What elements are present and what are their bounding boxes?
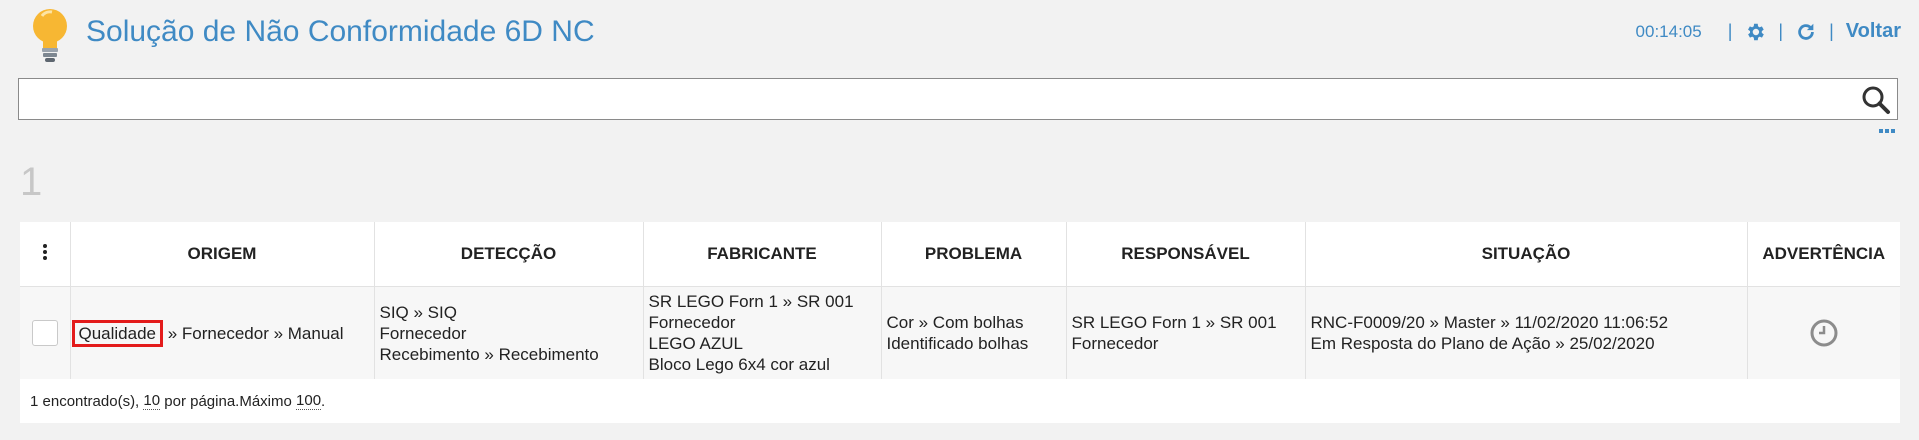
table-row[interactable]: Qualidade » Fornecedor » Manual SIQ » SI… — [20, 286, 1900, 379]
cell-line: Recebimento » Recebimento — [379, 344, 599, 364]
cell-advertencia — [1747, 286, 1900, 379]
refresh-icon[interactable] — [1795, 21, 1817, 43]
page-header: Solução de Não Conformidade 6D NC 00:14:… — [0, 0, 1919, 70]
search-box — [18, 78, 1898, 120]
cell-line: SIQ » SIQ — [379, 302, 457, 322]
cell-situacao: RNC-F0009/20 » Master » 11/02/2020 11:06… — [1305, 286, 1748, 379]
per-page-label: por página. — [164, 392, 240, 410]
separator: | — [1829, 21, 1834, 41]
cell-line: Fornecedor — [1071, 334, 1159, 353]
cell-line: SR LEGO Forn 1 » SR 001 — [648, 292, 854, 311]
cell-line: Bloco Lego 6x4 cor azul — [648, 355, 830, 374]
cell-deteccao: SIQ » SIQ Fornecedor Recebimento » Receb… — [374, 286, 644, 379]
header-actions: 00:14:05 | | | Voltar — [1636, 20, 1901, 43]
cell-line: Cor » Com bolhas — [886, 313, 1024, 332]
column-header-advertencia[interactable]: ADVERTÊNCIA — [1747, 222, 1900, 287]
column-header-responsavel[interactable]: RESPONSÁVEL — [1066, 222, 1306, 287]
cell-line: Em Resposta do Plano de Ação » 25/02/202… — [1310, 334, 1655, 353]
vertical-dots-icon[interactable] — [42, 243, 48, 261]
more-options-icon[interactable] — [1879, 128, 1895, 134]
row-checkbox-cell — [20, 286, 71, 379]
highlighted-origin: Qualidade — [71, 319, 164, 347]
cell-line: RNC-F0009/20 » Master » 11/02/2020 11:06… — [1310, 313, 1669, 332]
column-header-problema[interactable]: PROBLEMA — [881, 222, 1067, 287]
cell-fabricante: SR LEGO Forn 1 » SR 001 Fornecedor LEGO … — [643, 286, 882, 379]
session-timer: 00:14:05 — [1635, 21, 1702, 41]
search-icon[interactable] — [1861, 85, 1891, 115]
origin-path: » Fornecedor » Manual — [167, 323, 344, 343]
column-menu-cell — [20, 222, 71, 287]
lightbulb-icon — [33, 9, 67, 62]
max-label: Máximo — [239, 392, 292, 410]
search-input[interactable] — [19, 79, 1839, 119]
settings-gear-icon[interactable] — [1744, 21, 1766, 43]
pagination-footer: 1 encontrado(s), 10 por página. Máximo 10… — [20, 379, 1900, 423]
results-grid: ORIGEM DETECÇÃO FABRICANTE PROBLEMA RESP… — [20, 222, 1900, 423]
column-header-situacao[interactable]: SITUAÇÃO — [1305, 222, 1748, 287]
per-page-selector[interactable]: 10 — [143, 392, 161, 410]
max-selector[interactable]: 100 — [296, 392, 322, 410]
result-count: 1 — [20, 160, 43, 204]
separator: | — [1727, 21, 1733, 41]
cell-line: SR LEGO Forn 1 » SR 001 — [1071, 313, 1277, 332]
footer-end: . — [321, 392, 326, 410]
clock-icon[interactable] — [1809, 318, 1839, 348]
cell-line: Fornecedor — [379, 323, 467, 343]
back-button[interactable]: Voltar — [1846, 20, 1901, 43]
cell-origem: Qualidade » Fornecedor » Manual — [70, 286, 375, 379]
cell-line: LEGO AZUL — [648, 334, 743, 353]
cell-line: Identificado bolhas — [886, 334, 1029, 353]
row-checkbox[interactable] — [31, 320, 58, 346]
cell-responsavel: SR LEGO Forn 1 » SR 001 Fornecedor — [1066, 286, 1306, 379]
cell-line: Fornecedor — [648, 313, 736, 332]
column-header-fabricante[interactable]: FABRICANTE — [643, 222, 882, 287]
column-header-deteccao[interactable]: DETECÇÃO — [374, 222, 644, 287]
separator: | — [1778, 21, 1784, 41]
results-table: ORIGEM DETECÇÃO FABRICANTE PROBLEMA RESP… — [20, 222, 1900, 379]
found-count: 1 encontrado(s), — [30, 392, 140, 410]
page-title: Solução de Não Conformidade 6D NC — [86, 15, 595, 48]
cell-problema: Cor » Com bolhas Identificado bolhas — [881, 286, 1067, 379]
column-header-origem[interactable]: ORIGEM — [70, 222, 375, 287]
table-header-row: ORIGEM DETECÇÃO FABRICANTE PROBLEMA RESP… — [20, 222, 1900, 287]
